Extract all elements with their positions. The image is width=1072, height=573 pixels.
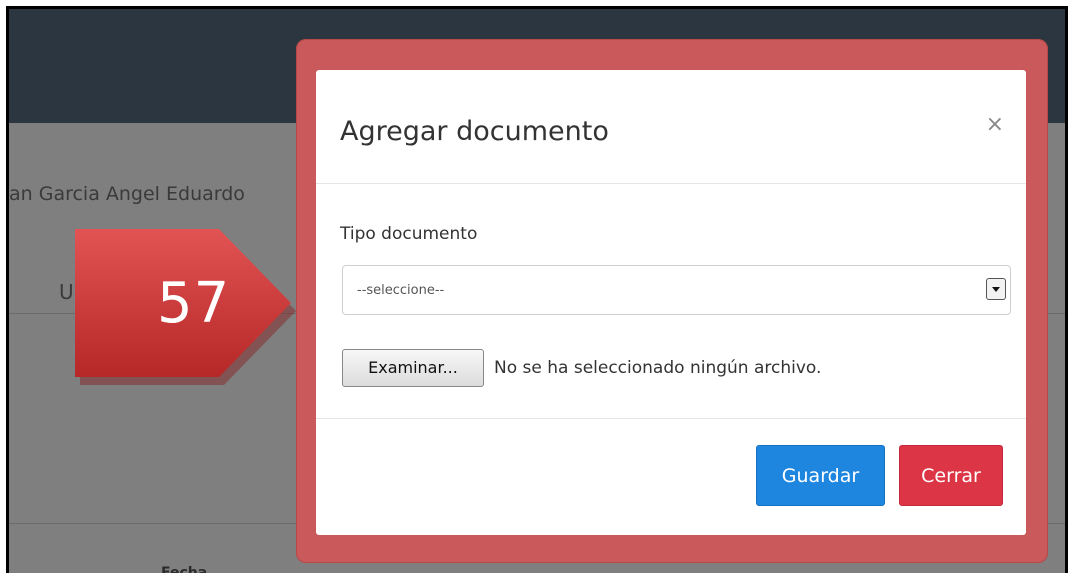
file-status-text: No se ha seleccionado ningún archivo. (494, 358, 822, 378)
document-type-label: Tipo documento (340, 224, 478, 244)
chevron-down-icon[interactable] (986, 278, 1006, 300)
save-button[interactable]: Guardar (756, 445, 885, 506)
browse-file-button[interactable]: Examinar... (342, 349, 484, 387)
select-current-value: --seleccione-- (357, 283, 445, 298)
callout-step-number: 57 (157, 271, 231, 336)
close-button[interactable]: Cerrar (899, 445, 1003, 506)
add-document-dialog: Agregar documento × Tipo documento --sel… (316, 70, 1026, 535)
step-callout: 57 (71, 223, 299, 391)
document-type-select[interactable]: --seleccione-- (342, 265, 1011, 315)
background-user-name: an Garcia Angel Eduardo (9, 183, 245, 205)
background-column-header: Fecha (161, 565, 208, 573)
dialog-title: Agregar documento (340, 116, 609, 147)
dialog-footer-divider (316, 418, 1026, 419)
close-icon[interactable]: × (986, 114, 1004, 136)
screenshot-frame: an Garcia Angel Eduardo U Fecha 57 Agreg… (6, 6, 1068, 573)
dialog-header: Agregar documento × (316, 70, 1026, 184)
